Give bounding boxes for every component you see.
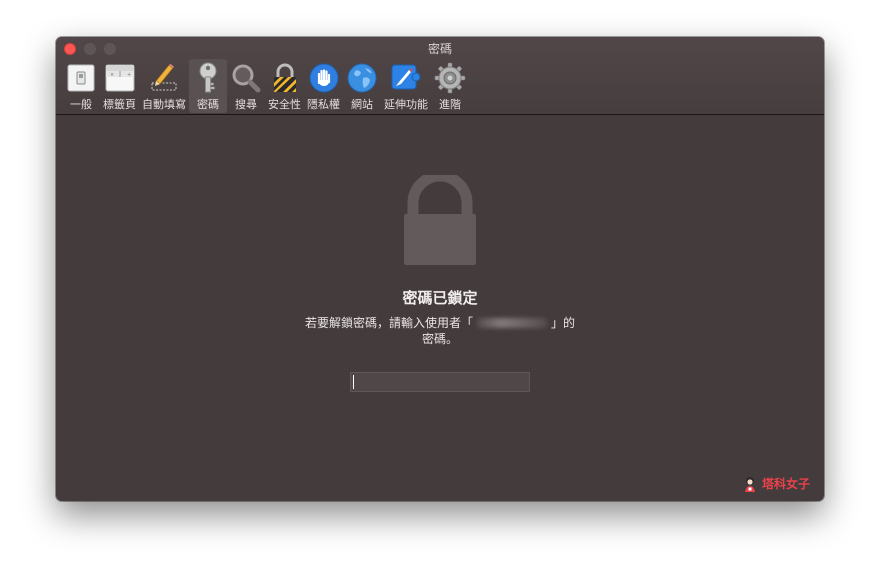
tab-general-label: 一般 [70, 98, 92, 111]
window-title: 密碼 [427, 42, 452, 56]
svg-text:+: + [127, 72, 131, 78]
instructions-text-start: 若要解鎖密碼，請輸入使用者「 [304, 316, 473, 330]
security-lock-icon [269, 62, 301, 94]
general-switch-icon [65, 62, 97, 94]
preferences-toolbar: 一般 × + 標籤頁 自動填寫 密碼 搜尋 安全性 隱私權 網站 延伸功能 進階 [62, 59, 469, 114]
preferences-window: 密碼 一般 × + 標籤頁 自動填寫 密碼 搜尋 安全性 隱私權 網站 延伸功能… [56, 37, 824, 501]
tab-autofill-label: 自動填寫 [142, 98, 186, 111]
instructions-text-end: 」的 [551, 316, 576, 330]
key-icon [192, 62, 224, 94]
tab-search[interactable]: 搜尋 [227, 59, 265, 113]
unlock-instructions: 若要解鎖密碼，請輸入使用者「 」的 密碼。 [56, 315, 824, 347]
text-caret [353, 375, 354, 389]
globe-icon [346, 62, 378, 94]
tab-extensions[interactable]: 延伸功能 [381, 59, 431, 113]
tab-security-label: 安全性 [268, 98, 301, 111]
tab-passwords[interactable]: 密碼 [189, 59, 227, 113]
tab-tabs[interactable]: × + 標籤頁 [100, 59, 139, 113]
tab-passwords-label: 密碼 [197, 98, 219, 111]
watermark-logo-icon [744, 476, 755, 492]
svg-text:×: × [110, 72, 114, 78]
tab-tabs-label: 標籤頁 [103, 98, 136, 111]
tab-general[interactable]: 一般 [62, 59, 100, 113]
tab-search-label: 搜尋 [235, 98, 257, 111]
gear-icon [434, 62, 466, 94]
password-field[interactable] [350, 372, 530, 392]
tab-extensions-label: 延伸功能 [384, 98, 428, 111]
tabs-window-icon: × + [104, 62, 136, 94]
magnifier-icon [230, 62, 262, 94]
tab-privacy[interactable]: 隱私權 [304, 59, 343, 113]
locked-title: 密碼已鎖定 [402, 289, 478, 307]
privacy-hand-icon [308, 62, 340, 94]
tab-advanced-label: 進階 [439, 98, 461, 111]
autofill-pencil-icon [148, 62, 180, 94]
locked-padlock-icon [401, 170, 479, 271]
tab-autofill[interactable]: 自動填寫 [139, 59, 189, 113]
tab-security[interactable]: 安全性 [265, 59, 304, 113]
watermark-text: 塔科女子 [761, 477, 810, 491]
passwords-pane: 密碼已鎖定 若要解鎖密碼，請輸入使用者「 」的 密碼。 塔科女子 [56, 115, 824, 501]
watermark: 塔科女子 [742, 475, 810, 492]
tab-websites[interactable]: 網站 [343, 59, 381, 113]
tab-advanced[interactable]: 進階 [431, 59, 469, 113]
blurred-username [477, 318, 547, 328]
instructions-text-line2: 密碼。 [421, 332, 458, 346]
tab-privacy-label: 隱私權 [307, 98, 340, 111]
extensions-icon [390, 62, 422, 94]
tab-websites-label: 網站 [351, 98, 373, 111]
titlebar: 密碼 一般 × + 標籤頁 自動填寫 密碼 搜尋 安全性 隱私權 網站 延伸功能… [56, 37, 824, 115]
